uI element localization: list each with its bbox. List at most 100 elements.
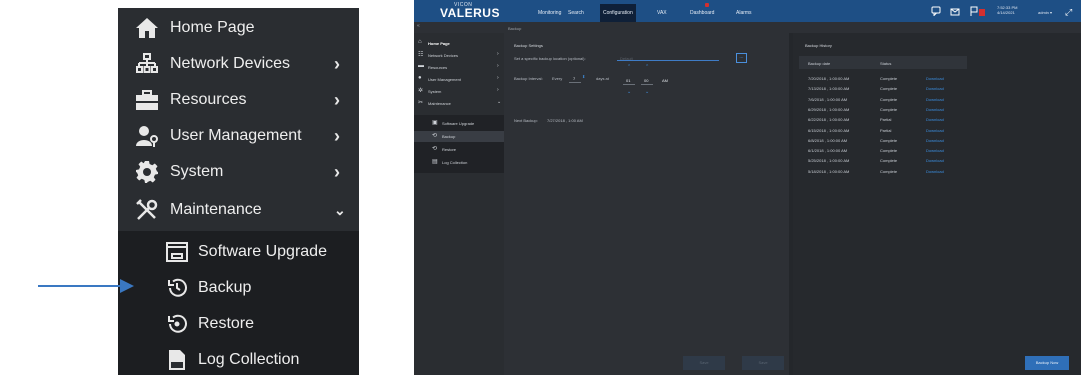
valerus-app-window: VICON VALERUS Monitoring Search Configur… xyxy=(414,0,1081,375)
chevron-right-icon: › xyxy=(334,161,340,182)
status-cell: Complete xyxy=(880,168,898,174)
minute-up-icon[interactable]: ⌃ xyxy=(645,64,649,70)
side-item-home-page[interactable]: ⌂ Home Page xyxy=(414,38,504,49)
submenu-item-restore[interactable]: Restore xyxy=(118,306,359,342)
download-link[interactable]: Download xyxy=(926,148,944,153)
hour-up-icon[interactable]: ⌃ xyxy=(627,64,631,70)
alarm-flag-icon[interactable] xyxy=(969,6,979,16)
col-status: Status xyxy=(880,61,892,66)
download-link[interactable]: Download xyxy=(926,107,944,112)
toolbox-icon xyxy=(134,87,160,113)
user-menu[interactable]: admin ▾ xyxy=(1038,10,1052,15)
side-label: Network Devices xyxy=(428,53,459,58)
toolbox-icon: ▬ xyxy=(418,63,424,69)
menu-label: Maintenance xyxy=(170,201,262,218)
download-link[interactable]: Download xyxy=(926,117,944,122)
menu-item-resources[interactable]: Resources › xyxy=(118,82,359,118)
menu-label: Network Devices xyxy=(170,55,291,72)
side-label: Resources xyxy=(428,65,448,70)
status-cell: Complete xyxy=(880,76,898,81)
table-row: 6/15/2018 , 1:00:00 AM Partial Download xyxy=(414,128,1081,138)
log-icon xyxy=(164,347,190,373)
backup-date-cell: 6/8/2018 , 1:00:00 AM xyxy=(808,137,848,143)
alarm-count-badge xyxy=(979,9,985,16)
download-link[interactable]: Download xyxy=(926,138,944,143)
status-cell: Complete xyxy=(880,106,898,112)
backup-date-cell: 6/22/2018 , 1:00:00 AM xyxy=(808,117,850,123)
download-link[interactable]: Download xyxy=(926,86,944,91)
table-row: 7/20/2018 , 1:00:00 AM Complete Download xyxy=(414,76,1081,86)
history-title: Backup History xyxy=(805,43,832,48)
table-row: 5/18/2018 , 1:00:00 AM Complete Download xyxy=(414,169,1081,179)
gear-icon xyxy=(134,159,160,185)
pointer-arrow xyxy=(38,279,134,293)
table-row: 6/1/2018 , 1:00:00 AM Complete Download xyxy=(414,148,1081,158)
table-row: 5/25/2018 , 1:00:00 AM Complete Download xyxy=(414,158,1081,168)
clock: 7:52:33 PM 4/14/2021 xyxy=(997,5,1018,15)
menu-item-home-page[interactable]: Home Page xyxy=(118,10,359,46)
network-icon xyxy=(134,51,160,77)
submenu-label: Restore xyxy=(198,315,255,332)
nav-search[interactable]: Search xyxy=(568,10,584,16)
chevron-right-icon: › xyxy=(334,125,340,146)
home-icon xyxy=(134,15,160,41)
download-link[interactable]: Download xyxy=(926,97,944,102)
table-row: 7/13/2018 , 1:00:00 AM Complete Download xyxy=(414,86,1081,96)
menu-label: Home Page xyxy=(170,19,255,36)
backup-date-cell: 6/29/2018 , 1:00:00 AM xyxy=(808,106,850,112)
table-row: 7/6/2018 , 1:00:00 AM Complete Download xyxy=(414,97,1081,107)
collapse-sidebar-icon[interactable]: « xyxy=(417,23,420,29)
brand-logo: VALERUS xyxy=(440,6,500,20)
notification-icon[interactable] xyxy=(931,6,941,17)
message-icon[interactable] xyxy=(950,6,960,16)
backup-date-cell: 5/18/2018 , 1:00:00 AM xyxy=(808,168,850,174)
submenu-label: Backup xyxy=(198,279,252,296)
menu-item-user-management[interactable]: User Management › xyxy=(118,118,359,154)
nav-vax[interactable]: VAX xyxy=(657,10,667,16)
restore-icon xyxy=(164,311,190,337)
menu-item-system[interactable]: System › xyxy=(118,154,359,190)
download-link[interactable]: Download xyxy=(926,158,944,163)
submenu-item-log-collection[interactable]: Log Collection xyxy=(118,342,359,378)
upgrade-icon xyxy=(164,239,190,265)
submenu-label: Log Collection xyxy=(198,351,300,368)
download-link[interactable]: Download xyxy=(926,76,944,81)
backup-date-cell: 7/13/2018 , 1:00:00 AM xyxy=(808,86,850,92)
cancel-button[interactable]: Save xyxy=(742,356,784,370)
nav-dashboard[interactable]: Dashboard xyxy=(690,10,714,16)
tools-icon xyxy=(134,197,160,223)
save-button[interactable]: Save xyxy=(683,356,725,370)
submenu-item-backup[interactable]: Backup xyxy=(118,270,359,306)
breadcrumb: Backup xyxy=(508,26,522,31)
backup-date-cell: 5/25/2018 , 1:00:00 AM xyxy=(808,158,850,164)
menu-item-network-devices[interactable]: Network Devices › xyxy=(118,46,359,82)
menu-item-maintenance[interactable]: Maintenance ⌄ xyxy=(118,192,359,228)
side-label: Home Page xyxy=(428,41,450,46)
backup-now-button[interactable]: Backup Now xyxy=(1025,356,1069,370)
zoomed-sidebar-panel: Home Page Network Devices › Resources › … xyxy=(118,8,359,375)
browse-button[interactable]: ... xyxy=(736,53,747,63)
table-row: 6/8/2018 , 1:00:00 AM Complete Download xyxy=(414,138,1081,148)
nav-alarms[interactable]: Alarms xyxy=(736,10,752,16)
side-item-network-devices[interactable]: ☷ Network Devices › xyxy=(414,50,504,61)
submenu-label: Software Upgrade xyxy=(198,243,327,260)
status-cell: Partial xyxy=(880,117,892,123)
download-link[interactable]: Download xyxy=(926,128,944,133)
side-item-resources[interactable]: ▬ Resources › xyxy=(414,62,504,73)
location-input[interactable] xyxy=(617,60,719,61)
dashboard-alert-badge xyxy=(705,3,709,7)
table-row: 6/22/2018 , 1:00:00 AM Partial Download xyxy=(414,117,1081,127)
menu-label: User Management xyxy=(170,127,302,144)
location-label: Set a specific backup location (optional… xyxy=(514,56,586,61)
fullscreen-icon[interactable]: ⤢ xyxy=(1065,7,1072,18)
chevron-right-icon: › xyxy=(497,63,499,69)
network-icon: ☷ xyxy=(418,52,424,58)
user-key-icon xyxy=(134,123,160,149)
settings-title: Backup Settings xyxy=(514,43,543,48)
nav-monitoring[interactable]: Monitoring xyxy=(538,10,561,16)
submenu-item-software-upgrade[interactable]: Software Upgrade xyxy=(118,234,359,270)
backup-date-cell: 6/1/2018 , 1:00:00 AM xyxy=(808,148,848,154)
status-cell: Complete xyxy=(880,137,898,143)
download-link[interactable]: Download xyxy=(926,169,944,174)
nav-configuration[interactable]: Configuration xyxy=(600,4,636,22)
